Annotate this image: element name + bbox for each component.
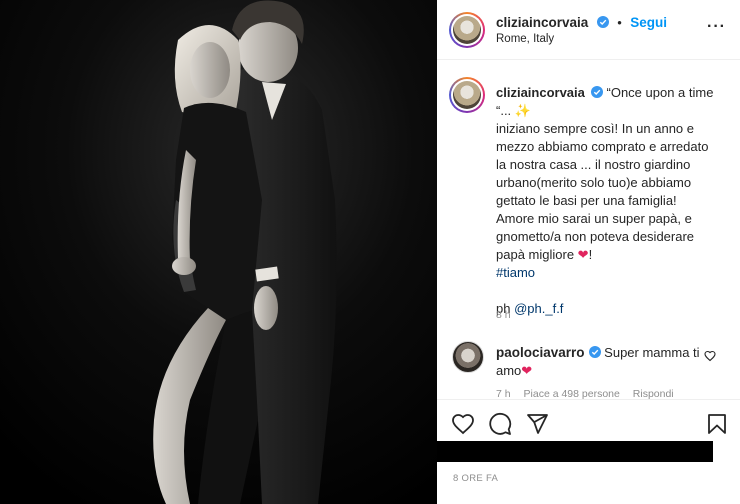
reply-text: Super mamma ti xyxy=(604,345,700,360)
action-bar xyxy=(437,399,740,445)
reply-avatar[interactable] xyxy=(452,341,484,373)
post-location[interactable]: Rome, Italy xyxy=(496,33,554,45)
post-caption: cliziaincorvaia “Once upon a time “... ✨… xyxy=(496,84,728,318)
heart-outline-icon[interactable] xyxy=(704,350,716,362)
author-avatar[interactable] xyxy=(449,12,485,48)
reply-timestamp: 7 h xyxy=(496,388,511,399)
caption-username[interactable]: cliziaincorvaia xyxy=(496,85,585,100)
redaction-bar xyxy=(437,441,713,462)
reply-likes-count[interactable]: Piace a 498 persone xyxy=(524,388,620,399)
photo-image xyxy=(0,0,437,504)
verified-badge-icon xyxy=(596,16,609,28)
author-username[interactable]: cliziaincorvaia xyxy=(496,15,588,30)
caption-line-end: ! xyxy=(588,247,593,262)
red-heart-emoji: ❤ xyxy=(577,247,589,262)
caption-line: la nostra casa ... il nostro giardino xyxy=(496,157,691,172)
comment-bubble-icon[interactable] xyxy=(488,412,512,436)
caption-line: “... ✨ xyxy=(496,103,531,118)
caption-line: gnometto/a non poteva desiderare xyxy=(496,229,695,244)
reply-text: amo xyxy=(496,363,522,378)
reply-comment: paolociavarro Super mamma ti amo❤ xyxy=(496,344,701,380)
caption-line: gettato le basi per una famiglia! xyxy=(496,193,677,208)
separator-dot: • xyxy=(617,15,622,30)
caption-timestamp: 8 h xyxy=(496,309,511,321)
red-heart-emoji: ❤ xyxy=(521,363,533,378)
comments-section[interactable]: cliziaincorvaia “Once upon a time “... ✨… xyxy=(437,61,740,399)
heart-outline-icon[interactable] xyxy=(451,412,475,436)
caption-avatar[interactable] xyxy=(449,77,485,113)
post-timestamp: 8 ORE FA xyxy=(453,473,499,484)
more-dots-icon[interactable]: ··· xyxy=(707,18,726,36)
caption-line: urbano(merito solo tuo)e abbiamo xyxy=(496,175,692,190)
photographer-mention-link[interactable]: @ph._f.f xyxy=(514,301,563,316)
verified-badge-icon xyxy=(590,86,603,98)
author-line: cliziaincorvaia • Segui xyxy=(496,14,667,32)
hashtag-link[interactable]: #tiamo xyxy=(496,265,535,280)
follow-button[interactable]: Segui xyxy=(630,15,667,30)
caption-line: papà migliore xyxy=(496,247,578,262)
verified-badge-icon xyxy=(588,346,601,358)
caption-line: mezzo abbiamo comprato e arredato xyxy=(496,139,709,154)
reply-meta: 7 h Piace a 498 persone Rispondi xyxy=(496,388,684,399)
caption-line: “Once upon a time xyxy=(606,85,714,100)
reply-username[interactable]: paolociavarro xyxy=(496,345,585,360)
post-header: cliziaincorvaia • Segui Rome, Italy ··· xyxy=(437,0,740,60)
caption-line: iniziano sempre così! In un anno e xyxy=(496,121,695,136)
reply-button[interactable]: Rispondi xyxy=(633,388,674,399)
post-photo[interactable] xyxy=(0,0,437,504)
paper-plane-icon[interactable] xyxy=(525,412,549,436)
caption-line: Amore mio sarai un super papà, e xyxy=(496,211,692,226)
post-panel: cliziaincorvaia • Segui Rome, Italy ··· … xyxy=(437,0,740,504)
bookmark-icon[interactable] xyxy=(705,412,729,436)
